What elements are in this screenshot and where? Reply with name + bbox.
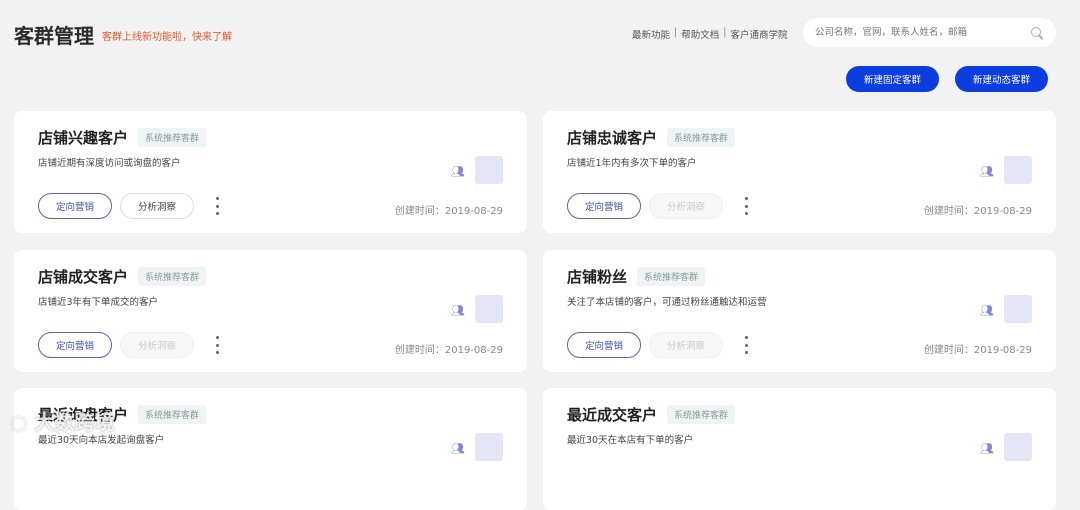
link-academy[interactable]: 客户通商学院: [730, 27, 787, 41]
more-icon[interactable]: [214, 336, 220, 354]
users-icon: 👥︎: [980, 165, 994, 178]
group-thumbnail: [475, 295, 503, 323]
group-description: 店铺近期有深度访问或询盘的客户: [38, 158, 181, 169]
group-card: 店铺成交客户 系统推荐客群 店铺近3年有下单成交的客户 👥︎ 定向营销 分析洞察 创…: [14, 250, 527, 372]
system-tag: 系统推荐客群: [138, 405, 207, 424]
search-icon[interactable]: [1030, 26, 1044, 40]
group-thumbnail: [475, 433, 503, 461]
users-icon: 👥︎: [451, 442, 465, 455]
group-card: 店铺粉丝 系统推荐客群 关注了本店铺的客户，可通过粉丝通触达和运营 👥︎ 定向营销 …: [543, 250, 1056, 372]
analysis-insight-button[interactable]: 分析洞察: [649, 193, 723, 219]
analysis-insight-button[interactable]: 分析洞察: [120, 193, 194, 219]
group-description: 最近30天在本店有下单的客户: [567, 435, 694, 446]
targeted-marketing-button[interactable]: 定向营销: [567, 332, 641, 358]
group-card: 店铺忠诚客户 系统推荐客群 店铺近1年内有多次下单的客户 👥︎ 定向营销 分析洞察 …: [543, 111, 1056, 233]
analysis-insight-button[interactable]: 分析洞察: [120, 332, 194, 358]
system-tag: 系统推荐客群: [138, 267, 207, 286]
targeted-marketing-button[interactable]: 定向营销: [38, 193, 112, 219]
header-links: 最新功能 | 帮助文档 | 客户通商学院: [632, 27, 787, 41]
search-input[interactable]: [815, 27, 1030, 38]
created-date: 创建时间：2019-08-29: [923, 206, 1032, 217]
group-description: 店铺近3年有下单成交的客户: [38, 297, 159, 308]
users-icon: 👥︎: [980, 442, 994, 455]
created-date: 创建时间：2019-08-29: [394, 206, 503, 217]
created-date: 创建时间：2019-08-29: [394, 345, 503, 356]
new-feature-notice-link[interactable]: 客群上线新功能啦，快来了解: [102, 28, 232, 43]
group-name[interactable]: 店铺成交客户: [38, 268, 128, 286]
system-tag: 系统推荐客群: [667, 128, 736, 147]
group-name[interactable]: 店铺兴趣客户: [38, 129, 128, 147]
created-date: 创建时间：2019-08-29: [923, 345, 1032, 356]
group-thumbnail: [1004, 295, 1032, 323]
page-title: 客群管理: [14, 24, 94, 48]
analysis-insight-button[interactable]: 分析洞察: [649, 332, 723, 358]
search-box: [803, 18, 1056, 47]
system-tag: 系统推荐客群: [138, 128, 207, 147]
users-icon: 👥︎: [451, 165, 465, 178]
group-name[interactable]: 店铺粉丝: [567, 268, 627, 286]
new-dynamic-group-button[interactable]: 新建动态客群: [955, 66, 1048, 92]
more-icon[interactable]: [214, 197, 220, 215]
targeted-marketing-button[interactable]: 定向营销: [38, 332, 112, 358]
group-name[interactable]: 店铺忠诚客户: [567, 129, 657, 147]
group-description: 店铺近1年内有多次下单的客户: [567, 158, 697, 169]
targeted-marketing-button[interactable]: 定向营销: [567, 193, 641, 219]
more-icon[interactable]: [743, 336, 749, 354]
more-icon[interactable]: [743, 197, 749, 215]
watermark: ◌ 大数跨境: [10, 410, 115, 434]
link-latest-features[interactable]: 最新功能: [632, 27, 670, 41]
group-name[interactable]: 最近成交客户: [567, 406, 657, 424]
group-thumbnail: [1004, 156, 1032, 184]
link-help-docs[interactable]: 帮助文档: [681, 27, 719, 41]
system-tag: 系统推荐客群: [637, 267, 706, 286]
group-card: 最近成交客户 系统推荐客群 最近30天在本店有下单的客户 👥︎: [543, 388, 1056, 510]
users-icon: 👥︎: [451, 304, 465, 317]
divider: |: [723, 27, 727, 38]
group-description: 关注了本店铺的客户，可通过粉丝通触达和运营: [567, 297, 767, 308]
new-fixed-group-button[interactable]: 新建固定客群: [846, 66, 939, 92]
group-card: 店铺兴趣客户 系统推荐客群 店铺近期有深度访问或询盘的客户 👥︎ 定向营销 分析洞察…: [14, 111, 527, 233]
users-icon: 👥︎: [980, 304, 994, 317]
system-tag: 系统推荐客群: [667, 405, 736, 424]
group-thumbnail: [1004, 433, 1032, 461]
group-thumbnail: [475, 156, 503, 184]
divider: |: [674, 27, 678, 38]
